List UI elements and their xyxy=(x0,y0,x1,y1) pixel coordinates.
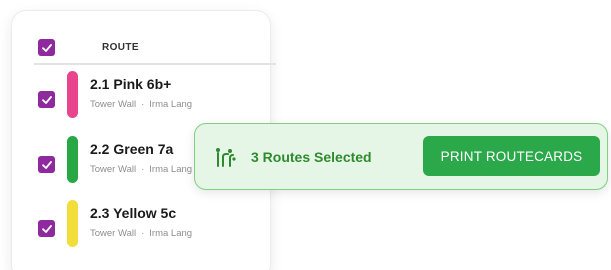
route-name: 2.2 Green 7a xyxy=(90,141,174,157)
routes-icon xyxy=(216,148,236,167)
route-row[interactable]: 2.3 Yellow 5c Tower Wall · Irma Lang xyxy=(12,200,270,260)
route-meta: Tower Wall · Irma Lang xyxy=(90,164,192,175)
route-row[interactable]: 2.1 Pink 6b+ Tower Wall · Irma Lang xyxy=(12,71,270,131)
route-column-header: ROUTE xyxy=(102,42,139,53)
separator-dot: · xyxy=(141,228,145,239)
route-color-bar xyxy=(67,71,78,118)
select-all-checkbox[interactable] xyxy=(38,39,55,56)
route-name: 2.3 Yellow 5c xyxy=(90,205,177,221)
route-name: 2.1 Pink 6b+ xyxy=(90,76,172,92)
route-setter: Irma Lang xyxy=(149,228,193,239)
separator-dot: · xyxy=(141,164,145,175)
route-checkbox[interactable] xyxy=(38,91,55,108)
checkmark-icon xyxy=(41,224,52,233)
route-wall: Tower Wall xyxy=(90,99,137,110)
route-meta: Tower Wall · Irma Lang xyxy=(90,99,192,110)
selection-toast: 3 Routes Selected PRINT ROUTECARDS xyxy=(194,123,608,190)
table-header: ROUTE xyxy=(34,39,276,65)
route-color-bar xyxy=(67,136,78,183)
checkmark-icon xyxy=(41,43,52,52)
separator-dot: · xyxy=(141,99,145,110)
route-meta: Tower Wall · Irma Lang xyxy=(90,228,192,239)
checkmark-icon xyxy=(41,160,52,169)
route-color-bar xyxy=(67,200,78,247)
print-routecards-button[interactable]: PRINT ROUTECARDS xyxy=(423,136,600,176)
route-selection-screen: ROUTE 2.1 Pink 6b+ Tower Wall · Irma Lang … xyxy=(0,0,611,270)
route-setter: Irma Lang xyxy=(149,164,193,175)
route-wall: Tower Wall xyxy=(90,228,137,239)
route-checkbox[interactable] xyxy=(38,220,55,237)
route-wall: Tower Wall xyxy=(90,164,137,175)
route-setter: Irma Lang xyxy=(149,99,193,110)
checkmark-icon xyxy=(41,95,52,104)
route-checkbox[interactable] xyxy=(38,156,55,173)
selection-count-text: 3 Routes Selected xyxy=(251,149,372,165)
